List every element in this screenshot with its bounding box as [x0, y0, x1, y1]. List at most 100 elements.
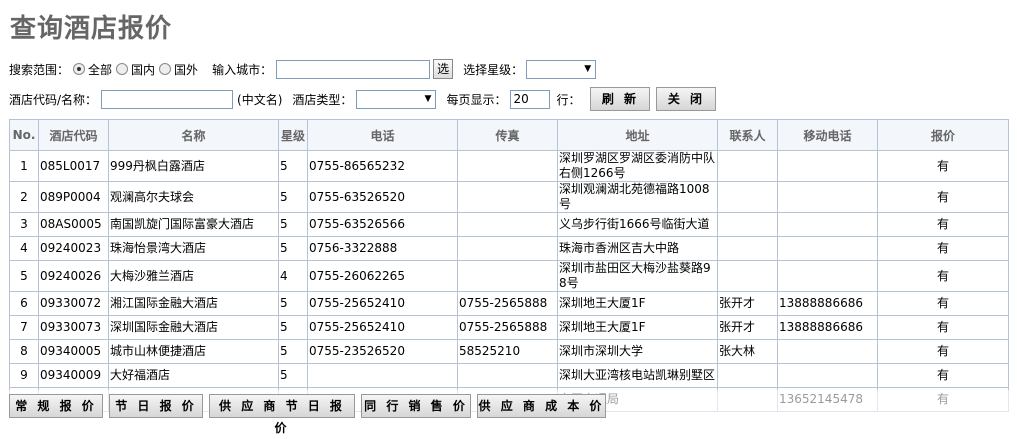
code-label: 酒店代码/名称： — [9, 92, 98, 107]
cell-star: 5 — [278, 291, 308, 316]
table-row[interactable]: 5 09240026 大梅沙雅兰酒店 4 0755-26062265 深圳市盐田区大梅沙盐… — [9, 260, 1009, 292]
cell-fax — [457, 212, 558, 237]
cell-code: 085L0017 — [38, 150, 109, 182]
cell-fax — [457, 150, 558, 182]
cell-no: 1 — [9, 150, 39, 182]
cell-star: 5 — [278, 315, 308, 340]
cell-no: 8 — [9, 339, 39, 364]
dropdown-arrow-icon: ▼ — [424, 93, 432, 104]
table-row[interactable]: 4 09240023 珠海怡景湾大酒店 5 0756-3322888 珠海市香洲区吉大中路… — [9, 236, 1009, 261]
cell-quote: 有 — [877, 236, 1009, 261]
cell-name: 大好福酒店 — [108, 363, 279, 388]
table-row[interactable]: 2 089P0004 观澜高尔夫球会 5 0755-63526520 深圳观澜湖北苑德福路… — [9, 181, 1009, 213]
perpage-label: 每页显示： — [446, 92, 507, 107]
perpage-input[interactable]: 20 — [510, 89, 551, 109]
cell-quote: 有 — [877, 212, 1009, 237]
choose-city-button[interactable]: 选 — [433, 59, 454, 79]
cell-name: 南国凯旋门国际富豪大酒店 — [108, 212, 279, 237]
hotel-code-input[interactable] — [101, 89, 234, 109]
peer-sales-price-button[interactable]: 同 行 销 售 价 — [361, 394, 471, 418]
cell-address: 深圳市盐田区大梅沙盐葵路98号 — [557, 260, 718, 292]
cell-contact: 张开才 — [717, 291, 778, 316]
column-header-phone[interactable]: 电话 — [307, 119, 458, 151]
scope-radio-domestic[interactable] — [116, 63, 129, 75]
table-row[interactable]: 1 085L0017 999丹枫白露酒店 5 0755-86565232 深圳罗湖区罗湖区… — [9, 150, 1009, 182]
cell-code: 09340009 — [38, 363, 109, 388]
cell-contact — [717, 212, 778, 237]
table-row[interactable]: 3 08AS0005 南国凯旋门国际富豪大酒店 5 0755-63526566 义乌步行街… — [9, 212, 1009, 237]
cell-name: 湘江国际金融大酒店 — [108, 291, 279, 316]
star-label: 选择星级： — [463, 62, 524, 77]
table-row[interactable]: 8 09340005 城市山林便捷酒店 5 0755-23526520 58525210 深… — [9, 339, 1009, 364]
cell-name: 999丹枫白露酒店 — [108, 150, 279, 182]
cell-phone: 0755-25652410 — [307, 315, 458, 340]
close-button[interactable]: 关 闭 — [656, 87, 717, 111]
column-header-name[interactable]: 名称 — [108, 119, 279, 151]
cell-code: 089P0004 — [38, 181, 109, 213]
cell-contact — [717, 236, 778, 261]
cell-quote: 有 — [877, 363, 1009, 388]
column-header-address[interactable]: 地址 — [557, 119, 718, 151]
cell-phone: 0755-26062265 — [307, 260, 458, 292]
cell-phone: 0755-23526520 — [307, 339, 458, 364]
cell-fax — [457, 260, 558, 292]
cell-address: 珠海市香洲区吉大中路 — [557, 236, 718, 261]
supplier-holiday-quote-button[interactable]: 供 应 商 节 日 报 价 — [209, 394, 355, 435]
cell-no: 4 — [9, 236, 39, 261]
cell-contact — [717, 150, 778, 182]
cell-mobile — [777, 181, 878, 213]
scope-option-abroad[interactable]: 国外 — [174, 61, 198, 78]
refresh-button[interactable]: 刷 新 — [590, 87, 651, 111]
column-header-code[interactable]: 酒店代码 — [38, 119, 109, 151]
cell-mobile — [777, 339, 878, 364]
cell-code: 09330073 — [38, 315, 109, 340]
cell-code: 09240023 — [38, 236, 109, 261]
cell-contact — [717, 260, 778, 292]
hotel-quote-table: No. 酒店代码 名称 星级 电话 传真 地址 联系人 移动电话 报价 1 085… — [9, 119, 1009, 412]
column-header-no[interactable]: No. — [9, 119, 39, 151]
cell-mobile: 13888886686 — [777, 291, 878, 316]
scope-radio-all[interactable] — [73, 63, 86, 75]
cell-code: 09240026 — [38, 260, 109, 292]
scope-option-all[interactable]: 全部 — [88, 61, 112, 78]
table-row[interactable]: 7 09330073 深圳国际金融大酒店 5 0755-25652410 0755-256… — [9, 315, 1009, 340]
city-label: 输入城市： — [212, 62, 273, 77]
cell-address: 深圳地王大厦1F — [557, 315, 718, 340]
cell-quote: 有 — [877, 315, 1009, 340]
cell-star: 5 — [278, 150, 308, 182]
cell-code: 09330072 — [38, 291, 109, 316]
star-select[interactable]: ▼ — [526, 59, 597, 79]
cell-star: 5 — [278, 339, 308, 364]
cell-star: 5 — [278, 212, 308, 237]
cell-name: 珠海怡景湾大酒店 — [108, 236, 279, 261]
dropdown-arrow-icon: ▼ — [584, 63, 592, 74]
cell-address: 深圳市深圳大学 — [557, 339, 718, 364]
city-input[interactable] — [276, 59, 431, 79]
column-header-quote[interactable]: 报价 — [877, 119, 1009, 151]
footer-toolbar: 常 规 报 价 节 日 报 价 供 应 商 节 日 报 价 同 行 销 售 价 … — [0, 390, 1017, 435]
cell-address: 深圳观澜湖北苑德福路1008号 — [557, 181, 718, 213]
cell-contact: 张大林 — [717, 339, 778, 364]
column-header-contact[interactable]: 联系人 — [717, 119, 778, 151]
cell-name: 大梅沙雅兰酒店 — [108, 260, 279, 292]
cell-name: 观澜高尔夫球会 — [108, 181, 279, 213]
cell-phone: 0755-25652410 — [307, 291, 458, 316]
table-row[interactable]: 9 09340009 大好福酒店 5 深圳大亚湾核电站凯琳别墅区 有 — [9, 363, 1009, 388]
table-row[interactable]: 6 09330072 湘江国际金融大酒店 5 0755-25652410 0755-256… — [9, 291, 1009, 316]
hotel-type-select[interactable]: ▼ — [356, 89, 437, 109]
cell-address: 深圳地王大厦1F — [557, 291, 718, 316]
cell-no: 9 — [9, 363, 39, 388]
cell-phone: 0755-63526566 — [307, 212, 458, 237]
scope-radio-abroad[interactable] — [159, 63, 172, 75]
cell-mobile — [777, 236, 878, 261]
cell-no: 6 — [9, 291, 39, 316]
holiday-quote-button[interactable]: 节 日 报 价 — [109, 394, 203, 418]
cell-no: 7 — [9, 315, 39, 340]
cell-no: 2 — [9, 181, 39, 213]
supplier-cost-price-button[interactable]: 供 应 商 成 本 价 — [477, 394, 606, 418]
column-header-star[interactable]: 星级 — [278, 119, 308, 151]
column-header-mobile[interactable]: 移动电话 — [777, 119, 878, 151]
column-header-fax[interactable]: 传真 — [457, 119, 558, 151]
scope-option-domestic[interactable]: 国内 — [131, 61, 155, 78]
regular-quote-button[interactable]: 常 规 报 价 — [9, 394, 103, 418]
